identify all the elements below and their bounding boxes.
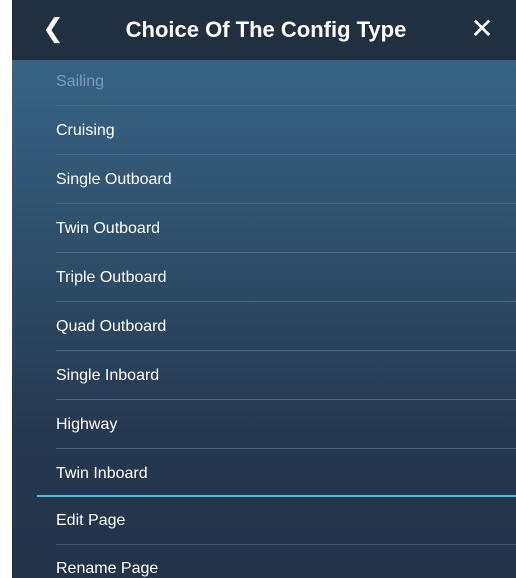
list-item-label: Twin Inboard bbox=[56, 465, 148, 482]
list-item-highway[interactable]: Highway bbox=[12, 400, 516, 449]
back-button[interactable]: ❮ bbox=[38, 12, 68, 46]
rename-page-button[interactable]: Rename Page bbox=[12, 545, 516, 578]
list-item-triple-outboard[interactable]: Triple Outboard bbox=[12, 253, 516, 302]
list-item-sailing: Sailing bbox=[12, 57, 516, 106]
list-item-label: Highway bbox=[56, 416, 118, 433]
list-item-label: Cruising bbox=[56, 122, 115, 139]
close-button[interactable]: ✕ bbox=[464, 10, 500, 48]
page-actions-list: Edit Page Rename Page bbox=[12, 497, 516, 578]
edit-page-label: Edit Page bbox=[56, 512, 126, 529]
list-item-label: Sailing bbox=[56, 73, 105, 90]
close-icon: ✕ bbox=[470, 12, 494, 45]
list-item-quad-outboard[interactable]: Quad Outboard bbox=[12, 302, 516, 351]
list-item-label: Quad Outboard bbox=[56, 318, 167, 335]
config-type-panel: ❮ Choice Of The Config Type ✕ Sailing Cr… bbox=[12, 0, 516, 578]
list-item-cruising[interactable]: Cruising bbox=[12, 106, 516, 155]
panel-title: Choice Of The Config Type bbox=[125, 17, 407, 42]
list-item-single-outboard[interactable]: Single Outboard bbox=[12, 155, 516, 204]
list-item-label: Single Inboard bbox=[56, 367, 160, 384]
rename-page-label: Rename Page bbox=[56, 560, 159, 577]
list-item-label: Triple Outboard bbox=[56, 269, 167, 286]
list-item-twin-outboard[interactable]: Twin Outboard bbox=[12, 204, 516, 253]
list-item-single-inboard[interactable]: Single Inboard bbox=[12, 351, 516, 400]
edit-page-button[interactable]: Edit Page bbox=[12, 497, 516, 545]
panel-header: ❮ Choice Of The Config Type ✕ bbox=[12, 0, 516, 60]
chevron-left-icon: ❮ bbox=[42, 14, 64, 44]
config-type-list: Sailing Cruising Single Outboard Twin Ou… bbox=[12, 57, 516, 498]
list-item-label: Twin Outboard bbox=[56, 220, 161, 237]
list-item-twin-inboard[interactable]: Twin Inboard bbox=[12, 449, 516, 498]
list-item-label: Single Outboard bbox=[56, 171, 172, 188]
